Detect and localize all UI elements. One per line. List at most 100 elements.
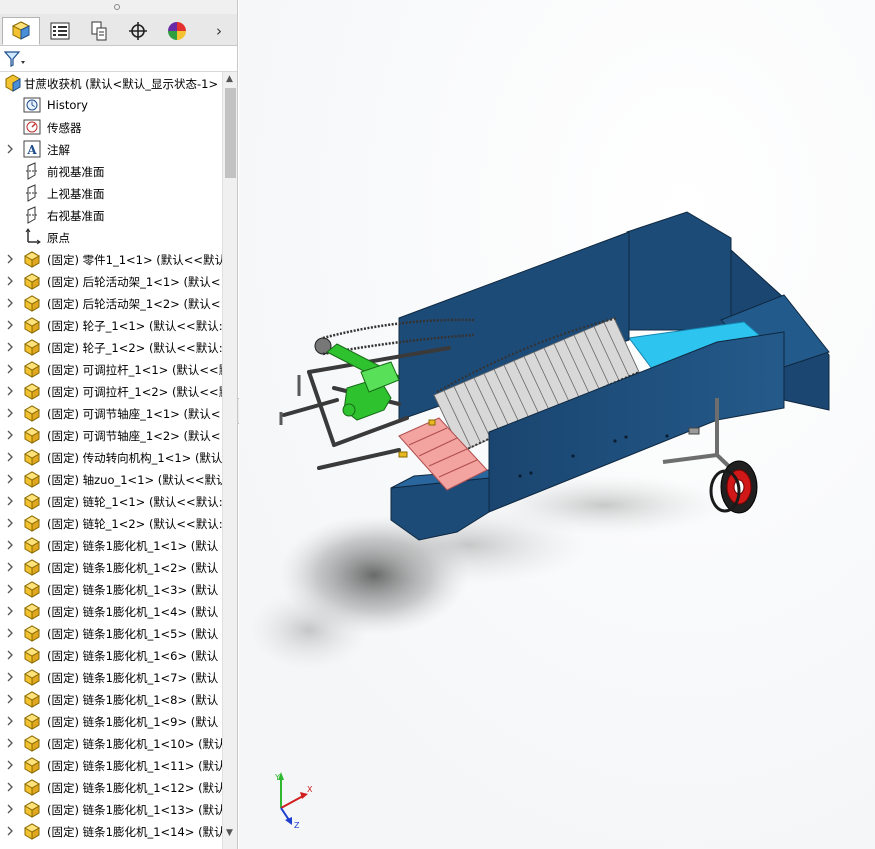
tree-item-component[interactable]: (固定) 可调节轴座_1<1> (默认< <box>0 402 222 424</box>
expand-arrow-icon[interactable] <box>6 561 14 573</box>
expand-arrow-icon[interactable] <box>6 385 14 397</box>
triad-y-label: Y <box>274 773 280 782</box>
graphics-viewport[interactable]: Y X Z <box>239 0 875 849</box>
part-icon <box>23 339 41 356</box>
tree-item-label: 传感器 <box>47 121 82 135</box>
expand-arrow-icon[interactable] <box>6 429 14 441</box>
tree-item-front-plane[interactable]: 前视基准面 <box>0 160 222 182</box>
expand-arrow-icon[interactable] <box>6 583 14 595</box>
filter-icon[interactable] <box>4 51 26 67</box>
expand-arrow-icon[interactable] <box>6 825 14 837</box>
feature-manager-tab[interactable] <box>2 17 40 45</box>
property-manager-icon <box>50 22 70 40</box>
tree-item-label: (固定) 后轮活动架_1<1> (默认< <box>47 275 221 289</box>
tree-item-component[interactable]: (固定) 链条1膨化机_1<5> (默认 <box>0 622 222 644</box>
expand-arrow-icon[interactable] <box>6 803 14 815</box>
display-manager-tab[interactable] <box>158 17 196 45</box>
expand-arrow-icon[interactable] <box>6 297 14 309</box>
expand-arrow-icon[interactable] <box>6 341 14 353</box>
expand-arrow-icon[interactable] <box>6 715 14 727</box>
expand-arrow-icon[interactable] <box>6 143 14 155</box>
tree-item-component[interactable]: (固定) 轴zuo_1<1> (默认<<默认 <box>0 468 222 490</box>
tree-item-component[interactable]: (固定) 链条1膨化机_1<11> (默认 <box>0 754 222 776</box>
expand-arrow-icon[interactable] <box>6 451 14 463</box>
expand-arrow-icon[interactable] <box>6 253 14 265</box>
tree-item-component[interactable]: (固定) 轮子_1<2> (默认<<默认: <box>0 336 222 358</box>
expand-arrow-icon[interactable] <box>6 319 14 331</box>
tree-item-history[interactable]: History <box>0 94 222 116</box>
tree-item-label: (固定) 链条1膨化机_1<10> (默认 <box>47 737 222 751</box>
tree-item-component[interactable]: (固定) 链条1膨化机_1<1> (默认 <box>0 534 222 556</box>
scroll-down-arrow-icon[interactable]: ▼ <box>226 828 233 838</box>
configuration-manager-tab[interactable] <box>80 17 118 45</box>
expand-arrow-icon[interactable] <box>6 671 14 683</box>
part-icon <box>23 471 41 488</box>
tree-item-component[interactable]: (固定) 链条1膨化机_1<3> (默认 <box>0 578 222 600</box>
tree-item-component[interactable]: (固定) 链条1膨化机_1<8> (默认 <box>0 688 222 710</box>
expand-arrow-icon[interactable] <box>6 407 14 419</box>
coordinate-triad: Y X Z <box>274 772 313 830</box>
tree-item-component[interactable]: (固定) 可调节轴座_1<2> (默认< <box>0 424 222 446</box>
tree-item-component[interactable]: (固定) 链条1膨化机_1<10> (默认 <box>0 732 222 754</box>
expand-arrow-icon[interactable] <box>6 473 14 485</box>
expand-arrow-icon[interactable] <box>6 517 14 529</box>
tree-item-label: (固定) 轮子_1<2> (默认<<默认: <box>47 341 222 355</box>
expand-arrow-icon[interactable] <box>6 781 14 793</box>
property-manager-tab[interactable] <box>41 17 79 45</box>
tree-item-component[interactable]: (固定) 传动转向机构_1<1> (默认 <box>0 446 222 468</box>
expand-arrow-icon[interactable] <box>6 539 14 551</box>
panel-grip[interactable] <box>0 0 237 14</box>
tree-item-component[interactable]: (固定) 链条1膨化机_1<2> (默认 <box>0 556 222 578</box>
tree-item-component[interactable]: (固定) 链条1膨化机_1<13> (默认 <box>0 798 222 820</box>
dimxpert-tab[interactable] <box>119 17 157 45</box>
scroll-up-arrow-icon[interactable]: ▲ <box>226 74 233 84</box>
tree-item-label: (固定) 可调节轴座_1<2> (默认< <box>47 429 221 443</box>
expand-arrow-icon[interactable] <box>6 759 14 771</box>
tree-item-origin[interactable]: 原点 <box>0 226 222 248</box>
part-icon <box>23 801 41 818</box>
tree-item-component[interactable]: (固定) 链条1膨化机_1<12> (默认 <box>0 776 222 798</box>
tree-item-component[interactable]: (固定) 链轮_1<2> (默认<<默认: <box>0 512 222 534</box>
manager-tab-bar: › <box>0 14 237 46</box>
expand-arrow-icon[interactable] <box>6 627 14 639</box>
tree-item-component[interactable]: (固定) 可调拉杆_1<1> (默认<<默 <box>0 358 222 380</box>
tree-item-component[interactable]: (固定) 后轮活动架_1<2> (默认< <box>0 292 222 314</box>
expand-arrow-icon[interactable] <box>6 605 14 617</box>
expand-arrow-icon[interactable] <box>6 737 14 749</box>
expand-arrow-icon[interactable] <box>6 495 14 507</box>
tree-item-component[interactable]: (固定) 链条1膨化机_1<7> (默认 <box>0 666 222 688</box>
tree-item-sensors[interactable]: 传感器 <box>0 116 222 138</box>
tree-item-component[interactable]: (固定) 链条1膨化机_1<9> (默认 <box>0 710 222 732</box>
part-icon <box>23 515 41 532</box>
tree-item-component[interactable]: (固定) 链条1膨化机_1<4> (默认 <box>0 600 222 622</box>
tree-item-label: (固定) 传动转向机构_1<1> (默认 <box>47 451 222 465</box>
tree-item-component[interactable]: (固定) 链条1膨化机_1<6> (默认 <box>0 644 222 666</box>
tree-item-component[interactable]: (固定) 轮子_1<1> (默认<<默认: <box>0 314 222 336</box>
part-icon <box>23 427 41 444</box>
scroll-thumb[interactable] <box>225 88 236 178</box>
tabs-more-button[interactable]: › <box>216 22 222 40</box>
dimxpert-icon <box>129 22 147 40</box>
expand-arrow-icon[interactable] <box>6 693 14 705</box>
tree-item-component[interactable]: (固定) 链轮_1<1> (默认<<默认: <box>0 490 222 512</box>
expand-arrow-icon[interactable] <box>6 275 14 287</box>
tree-item-top-plane[interactable]: 上视基准面 <box>0 182 222 204</box>
tree-item-component[interactable]: (固定) 零件1_1<1> (默认<<默认 <box>0 248 222 270</box>
plane-icon <box>26 162 37 180</box>
tree-scrollbar[interactable]: ▲ ▼ <box>222 72 237 849</box>
tree-root-assembly[interactable]: 甘蔗收获机 (默认<默认_显示状态-1> <box>0 72 222 94</box>
part-icon <box>23 691 41 708</box>
sugarcane-harvester-model[interactable] <box>239 0 875 849</box>
tree-item-annotations[interactable]: A 注解 <box>0 138 222 160</box>
tree-item-label: (固定) 链条1膨化机_1<9> (默认 <box>47 715 219 729</box>
part-icon <box>23 361 41 378</box>
expand-arrow-icon[interactable] <box>6 649 14 661</box>
expand-arrow-icon[interactable] <box>6 363 14 375</box>
tree-item-label: (固定) 链轮_1<1> (默认<<默认: <box>47 495 222 509</box>
tree-item-component[interactable]: (固定) 链条1膨化机_1<14> (默认 <box>0 820 222 842</box>
tree-item-component[interactable]: (固定) 可调拉杆_1<2> (默认<<默 <box>0 380 222 402</box>
tree-item-label: (固定) 链条1膨化机_1<6> (默认 <box>47 649 219 663</box>
tree-item-component[interactable]: (固定) 后轮活动架_1<1> (默认< <box>0 270 222 292</box>
triad-x-label: X <box>307 785 313 794</box>
tree-item-right-plane[interactable]: 右视基准面 <box>0 204 222 226</box>
